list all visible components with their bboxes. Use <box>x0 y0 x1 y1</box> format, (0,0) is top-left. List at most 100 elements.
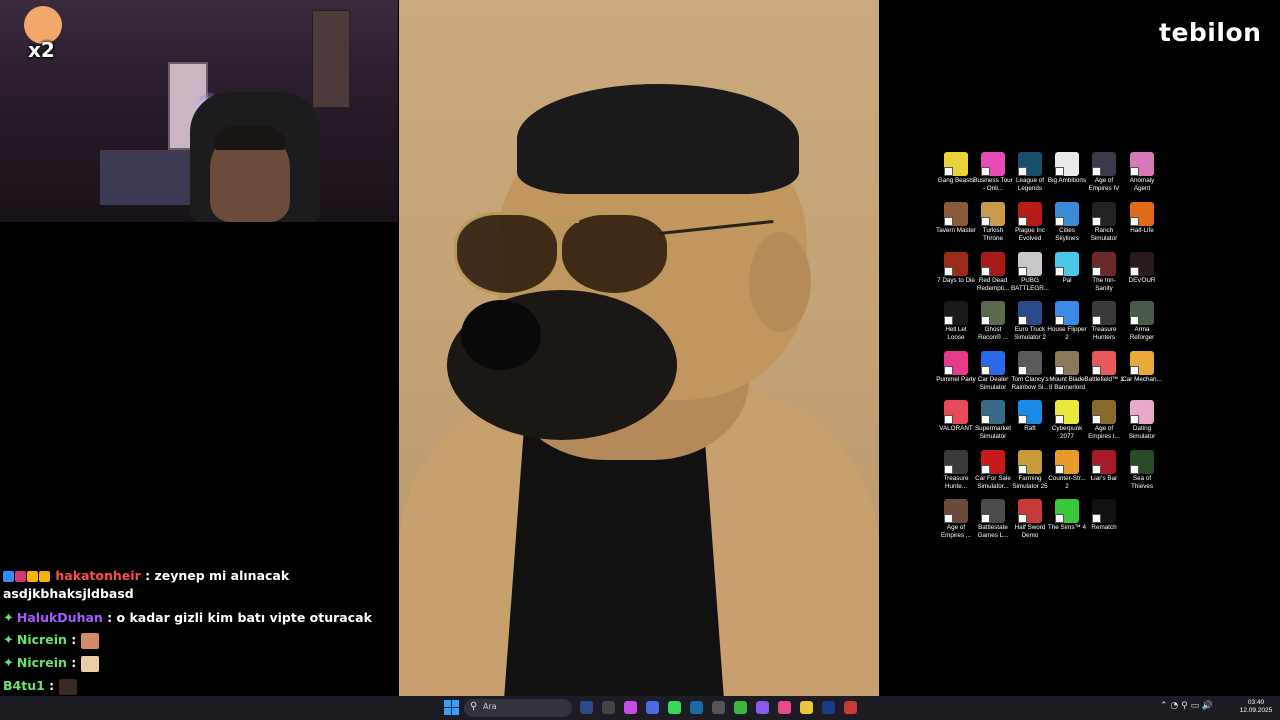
taskbar-app-icon[interactable] <box>822 701 835 714</box>
desktop-icon-turkish-throne[interactable]: Turkish Throne <box>973 202 1013 242</box>
desktop-icon-house-flipper-2[interactable]: House Flipper 2 <box>1047 301 1087 341</box>
game-icon <box>1055 499 1079 523</box>
desktop-icon-red-dead-redempti[interactable]: Red Dead Redempti... <box>973 252 1013 292</box>
desktop-icon-dating-simulator[interactable]: Dating Simulator <box>1122 400 1162 440</box>
desktop-icon-label: Gang Beasts <box>937 177 975 184</box>
game-icon <box>1055 252 1079 276</box>
desktop-icon-label: Red Dead Redempti... <box>976 277 1010 292</box>
system-tray[interactable]: ⌃ ◔ ⚲ ▭ 🔊 <box>1160 701 1213 711</box>
desktop-icon-euro-truck-simulator-2[interactable]: Euro Truck Simulator 2 <box>1010 301 1050 341</box>
chat-username[interactable]: HalukDuhan <box>17 610 103 625</box>
tebilon-logo: tebilon <box>1159 18 1262 47</box>
desktop-icon-label: Car Mechan... <box>1122 376 1162 383</box>
desktop-icon-big-ambitions[interactable]: Big Ambitions <box>1047 152 1087 185</box>
desktop-icon-label: Supermarket Simulator <box>974 425 1012 440</box>
shortcut-arrow-icon <box>944 415 953 424</box>
taskbar-app-icon[interactable] <box>646 701 659 714</box>
desktop-icon-age-of-empires-iv[interactable]: Age of Empires IV <box>1084 152 1124 192</box>
shortcut-arrow-icon <box>981 217 990 226</box>
desktop-icon-valorant[interactable]: VALORANT <box>936 400 976 433</box>
game-icon <box>1092 202 1116 226</box>
shortcut-arrow-icon <box>1092 167 1101 176</box>
desktop-icon-half-sword-demo[interactable]: Half Sword Demo <box>1010 499 1050 539</box>
chick-mascot-icon: x2 <box>18 2 68 62</box>
clock[interactable]: 03:40 12.09.2025 <box>1238 699 1274 715</box>
taskbar-app-icon[interactable] <box>800 701 813 714</box>
game-icon <box>1018 400 1042 424</box>
desktop-icon-the-inn-sanity[interactable]: The Inn-Sanity <box>1084 252 1124 292</box>
desktop-icon-7-days-to-die[interactable]: 7 Days to Die <box>936 252 976 285</box>
desktop-icon-label: DEVOUR <box>1128 277 1156 284</box>
game-icon <box>1092 252 1116 276</box>
desktop-icon-gang-beasts[interactable]: Gang Beasts <box>936 152 976 185</box>
clock-time: 03:40 <box>1247 699 1265 706</box>
desktop-icon-label: Battlestate Games L... <box>977 524 1009 539</box>
desktop-icon-label: Age of Empires ... <box>940 524 972 539</box>
desktop-icon-mount-blade-ii-bannerlord[interactable]: Mount Blade II Bannerlord <box>1047 351 1087 391</box>
taskbar-app-icon[interactable] <box>580 701 593 714</box>
desktop-icon-label: Half Sword Demo <box>1014 524 1046 539</box>
shortcut-arrow-icon <box>1092 366 1101 375</box>
taskbar-app-icon[interactable] <box>624 701 637 714</box>
desktop-icon-raft[interactable]: Raft <box>1010 400 1050 433</box>
shortcut-arrow-icon <box>1018 167 1027 176</box>
game-icon <box>1055 152 1079 176</box>
desktop-icon-farming-simulator-25[interactable]: Farming Simulator 25 <box>1010 450 1050 490</box>
desktop-icon-supermarket-simulator[interactable]: Supermarket Simulator <box>973 400 1013 440</box>
desktop-icon-age-of-empires[interactable]: Age of Empires ... <box>936 499 976 539</box>
desktop-icon-rematch[interactable]: Rematch <box>1084 499 1124 532</box>
desktop-icon-car-for-sale-simulator[interactable]: Car For Sale Simulator... <box>973 450 1013 490</box>
desktop-icon-plague-inc-evolved[interactable]: Plague Inc Evolved <box>1010 202 1050 242</box>
desktop-icon-treasure-hunte[interactable]: Treasure Hunte... <box>936 450 976 490</box>
desktop-icon-car-dealer-simulator[interactable]: Car Dealer Simulator <box>973 351 1013 391</box>
desktop-icon-sea-of-thieves[interactable]: Sea of Thieves <box>1122 450 1162 490</box>
desktop-icon-tavern-master[interactable]: Tavern Master <box>936 202 976 235</box>
desktop-icon-counter-str-2[interactable]: Counter-Str... 2 <box>1047 450 1087 490</box>
taskbar-app-icon[interactable] <box>756 701 769 714</box>
taskbar-app-icon[interactable] <box>712 701 725 714</box>
taskbar-search[interactable]: ⚲ Ara <box>464 699 572 717</box>
desktop-icon-half-life[interactable]: Half-Life <box>1122 202 1162 235</box>
desktop-icon-pummel-party[interactable]: Pummel Party <box>936 351 976 384</box>
chat-username[interactable]: hakatonheir <box>55 568 140 583</box>
desktop-icon-league-of-legends[interactable]: League of Legends <box>1010 152 1050 192</box>
desktop-icon-cyberpunk-2077[interactable]: Cyberpunk 2077 <box>1047 400 1087 440</box>
desktop-icon-business-tour-onli[interactable]: Business Tour - Onli... <box>973 152 1013 192</box>
desktop: tebilon Gang Beasts Business Tour - Onli.… <box>879 0 1280 696</box>
taskbar-app-icon[interactable] <box>734 701 747 714</box>
desktop-icon-pal[interactable]: Pal <box>1047 252 1087 285</box>
desktop-icon-devour[interactable]: DEVOUR <box>1122 252 1162 285</box>
desktop-icon-label: Treasure Hunte... <box>943 475 969 490</box>
desktop-icon-treasure-hunters[interactable]: Treasure Hunters <box>1084 301 1124 341</box>
chat-username[interactable]: B4tu1 <box>3 678 45 693</box>
game-icon <box>1130 351 1154 375</box>
desktop-icon-cities-skylines[interactable]: Cities Skylines <box>1047 202 1087 242</box>
chat-username[interactable]: Nicrein <box>17 655 67 670</box>
desktop-icon-car-mechan[interactable]: Car Mechan... <box>1122 351 1162 384</box>
desktop-icon-the-sims-4[interactable]: The Sims™ 4 <box>1047 499 1087 532</box>
desktop-icon-tom-clancy-s-rainbow-si[interactable]: Tom Clancy's Rainbow Si... <box>1010 351 1050 391</box>
taskbar-app-icon[interactable] <box>690 701 703 714</box>
desktop-icon-arma-reforger[interactable]: Arma Reforger <box>1122 301 1162 341</box>
shortcut-arrow-icon <box>981 415 990 424</box>
desktop-icon-pubg-battlegr[interactable]: PUBG BATTLEGR... <box>1010 252 1050 292</box>
windows-start-icon[interactable] <box>444 700 459 715</box>
taskbar-app-icon[interactable] <box>602 701 615 714</box>
taskbar-app-icon[interactable] <box>778 701 791 714</box>
desktop-icon-liar-s-bar[interactable]: Liar's Bar <box>1084 450 1124 483</box>
desktop-icon-anomaly-agent[interactable]: Anomaly Agent <box>1122 152 1162 192</box>
desktop-icon-age-of-empires-i[interactable]: Age of Empires I... <box>1084 400 1124 440</box>
desktop-icon-ghost-recon[interactable]: Ghost Recon® ... <box>973 301 1013 341</box>
desktop-icon-label: Half-Life <box>1130 227 1154 234</box>
game-icon <box>1130 450 1154 474</box>
game-icon <box>1018 351 1042 375</box>
desktop-icon-battlefield-1[interactable]: Battlefield™ 1 <box>1084 351 1124 384</box>
chat-username[interactable]: Nicrein <box>17 632 67 647</box>
desktop-icon-ranch-simulator[interactable]: Ranch Simulator <box>1084 202 1124 242</box>
taskbar-app-icon[interactable] <box>668 701 681 714</box>
taskbar-app-icon[interactable] <box>844 701 857 714</box>
desktop-icon-battlestate-games-l[interactable]: Battlestate Games L... <box>973 499 1013 539</box>
desktop-icon-hell-let-loose[interactable]: Hell Let Loose <box>936 301 976 341</box>
shortcut-arrow-icon <box>1092 465 1101 474</box>
chat-separator: : <box>66 655 81 670</box>
